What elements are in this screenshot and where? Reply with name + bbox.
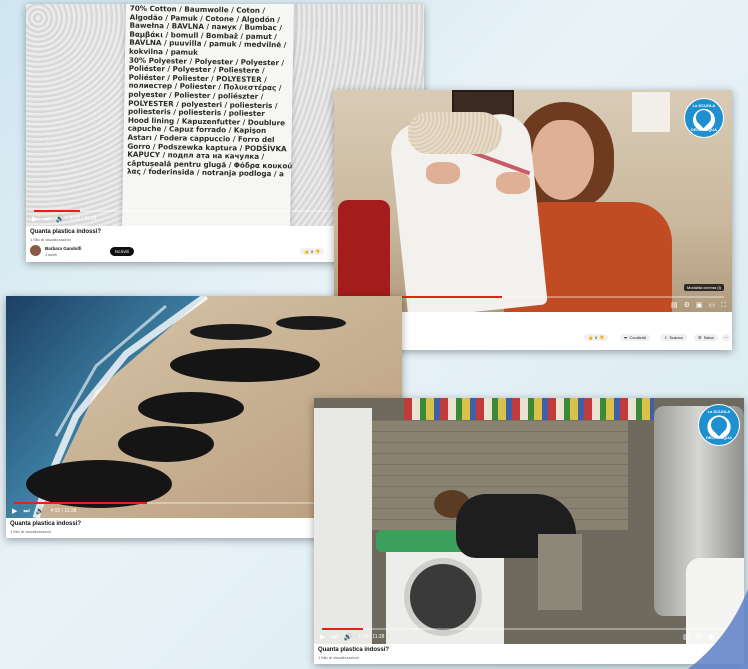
time-display: 4:02 / 11:28: [50, 508, 77, 514]
share-label: Condividi: [629, 335, 646, 340]
fullscreen-icon[interactable]: ⛶: [721, 302, 726, 309]
like-button[interactable]: 👍 0 👎: [584, 334, 609, 341]
person-bending: [434, 490, 594, 610]
care-label: 70% Cotton / Baumwolle / Coton / Algodão …: [122, 4, 294, 226]
presenter-face: [532, 120, 594, 200]
presenter-hand: [496, 172, 530, 194]
presenter-hand: [426, 162, 460, 184]
more-icon[interactable]: ⋯: [722, 334, 730, 341]
avatar[interactable]: [30, 245, 41, 256]
play-icon[interactable]: ▶: [32, 216, 37, 223]
save-icon: ☰: [698, 335, 702, 340]
settings-icon[interactable]: ⚙: [684, 302, 690, 309]
play-icon[interactable]: ▶: [12, 508, 17, 515]
time-display: 1:12 / 11:28: [70, 216, 97, 222]
miniplayer-icon[interactable]: ▣: [696, 302, 703, 309]
save-button[interactable]: ☰ Salva: [694, 334, 718, 341]
download-label: Scarica: [669, 335, 683, 340]
volume-icon[interactable]: 🔊: [56, 216, 65, 223]
care-label-text: 70% Cotton / Baumwolle / Coton / Algodão …: [126, 4, 295, 180]
whale-sculpture: [138, 392, 244, 424]
view-count: 1 Mio di visualizzazioni: [318, 655, 359, 660]
whale-sculpture: [276, 316, 346, 330]
towel-fleece: [408, 112, 502, 154]
thumbs-up-icon: 👍: [304, 249, 309, 254]
view-count: 1 Mio di visualizzazioni: [10, 529, 51, 534]
share-icon: ➦: [624, 335, 628, 340]
download-icon: ⇩: [664, 335, 668, 340]
whale-sculpture: [190, 324, 272, 340]
whale-sculpture: [118, 426, 214, 462]
decorative-swoosh: [688, 589, 748, 669]
video-title: Quanta plastica indossi?: [318, 647, 390, 653]
whale-sculpture: [26, 460, 172, 508]
video-title: Quanta plastica indossi?: [10, 521, 82, 527]
play-icon[interactable]: ▶: [320, 634, 325, 641]
water-drop-icon: [707, 413, 731, 437]
next-icon[interactable]: ⏭: [43, 216, 49, 223]
care-label-line: λας / foderinsida / notranja podloga / a: [126, 166, 284, 179]
theater-icon[interactable]: ▭: [708, 302, 715, 309]
subscribe-button[interactable]: Iscriviti: [110, 247, 134, 256]
download-button[interactable]: ⇩ Scarica: [660, 334, 687, 341]
share-button[interactable]: ➦ Condividi: [620, 334, 650, 341]
refrigerator: [314, 408, 372, 644]
save-label: Salva: [703, 335, 714, 340]
thumbs-down-icon: 👎: [599, 335, 605, 340]
like-count: 0: [594, 335, 598, 340]
volume-icon[interactable]: 🔊: [36, 508, 45, 515]
tooltip-badge: Modalità cinema (t): [684, 284, 725, 291]
time-display: 1:15 / 11:28: [358, 634, 385, 640]
player-controls: ▶ ⏭ 🔊 1:15 / 11:28 ▤ ⚙ ▣ ▭ ⛶: [320, 631, 738, 643]
next-icon[interactable]: ⏭: [331, 634, 337, 641]
subscriber-count: 4 iscritti: [45, 253, 57, 257]
thumbs-up-icon: 👍: [588, 335, 593, 340]
like-button[interactable]: 👍 0 👎: [300, 248, 325, 255]
video-player[interactable]: La SCUOLA DELL'ACQUA ▶ ⏭ 🔊 1:15 / 11:28 …: [314, 398, 744, 644]
video-player[interactable]: La SCUOLA DELL'ACQUA Modalità cinema (t)…: [334, 90, 732, 312]
progress-bar[interactable]: [322, 628, 736, 630]
view-count: 1 Mio di visualizzazioni: [30, 237, 71, 242]
subtitles-icon[interactable]: ▤: [671, 302, 678, 309]
thumbs-down-icon: 👎: [315, 249, 321, 254]
brand-logo: La SCUOLA DELL'ACQUA: [698, 404, 740, 446]
like-count: 0: [310, 249, 314, 254]
next-icon[interactable]: ⏭: [23, 508, 29, 515]
volume-icon[interactable]: 🔊: [344, 634, 353, 641]
channel-name[interactable]: Barbara Gandolfi: [45, 246, 82, 251]
video-card-laundry: La SCUOLA DELL'ACQUA ▶ ⏭ 🔊 1:15 / 11:28 …: [314, 398, 744, 664]
brand-logo: La SCUOLA DELL'ACQUA: [684, 98, 724, 138]
whale-sculpture: [170, 348, 320, 382]
shelf-bottles: [404, 398, 654, 420]
person-legs: [538, 534, 582, 610]
video-title: Quanta plastica indossi?: [30, 229, 102, 235]
water-drop-icon: [693, 107, 715, 129]
